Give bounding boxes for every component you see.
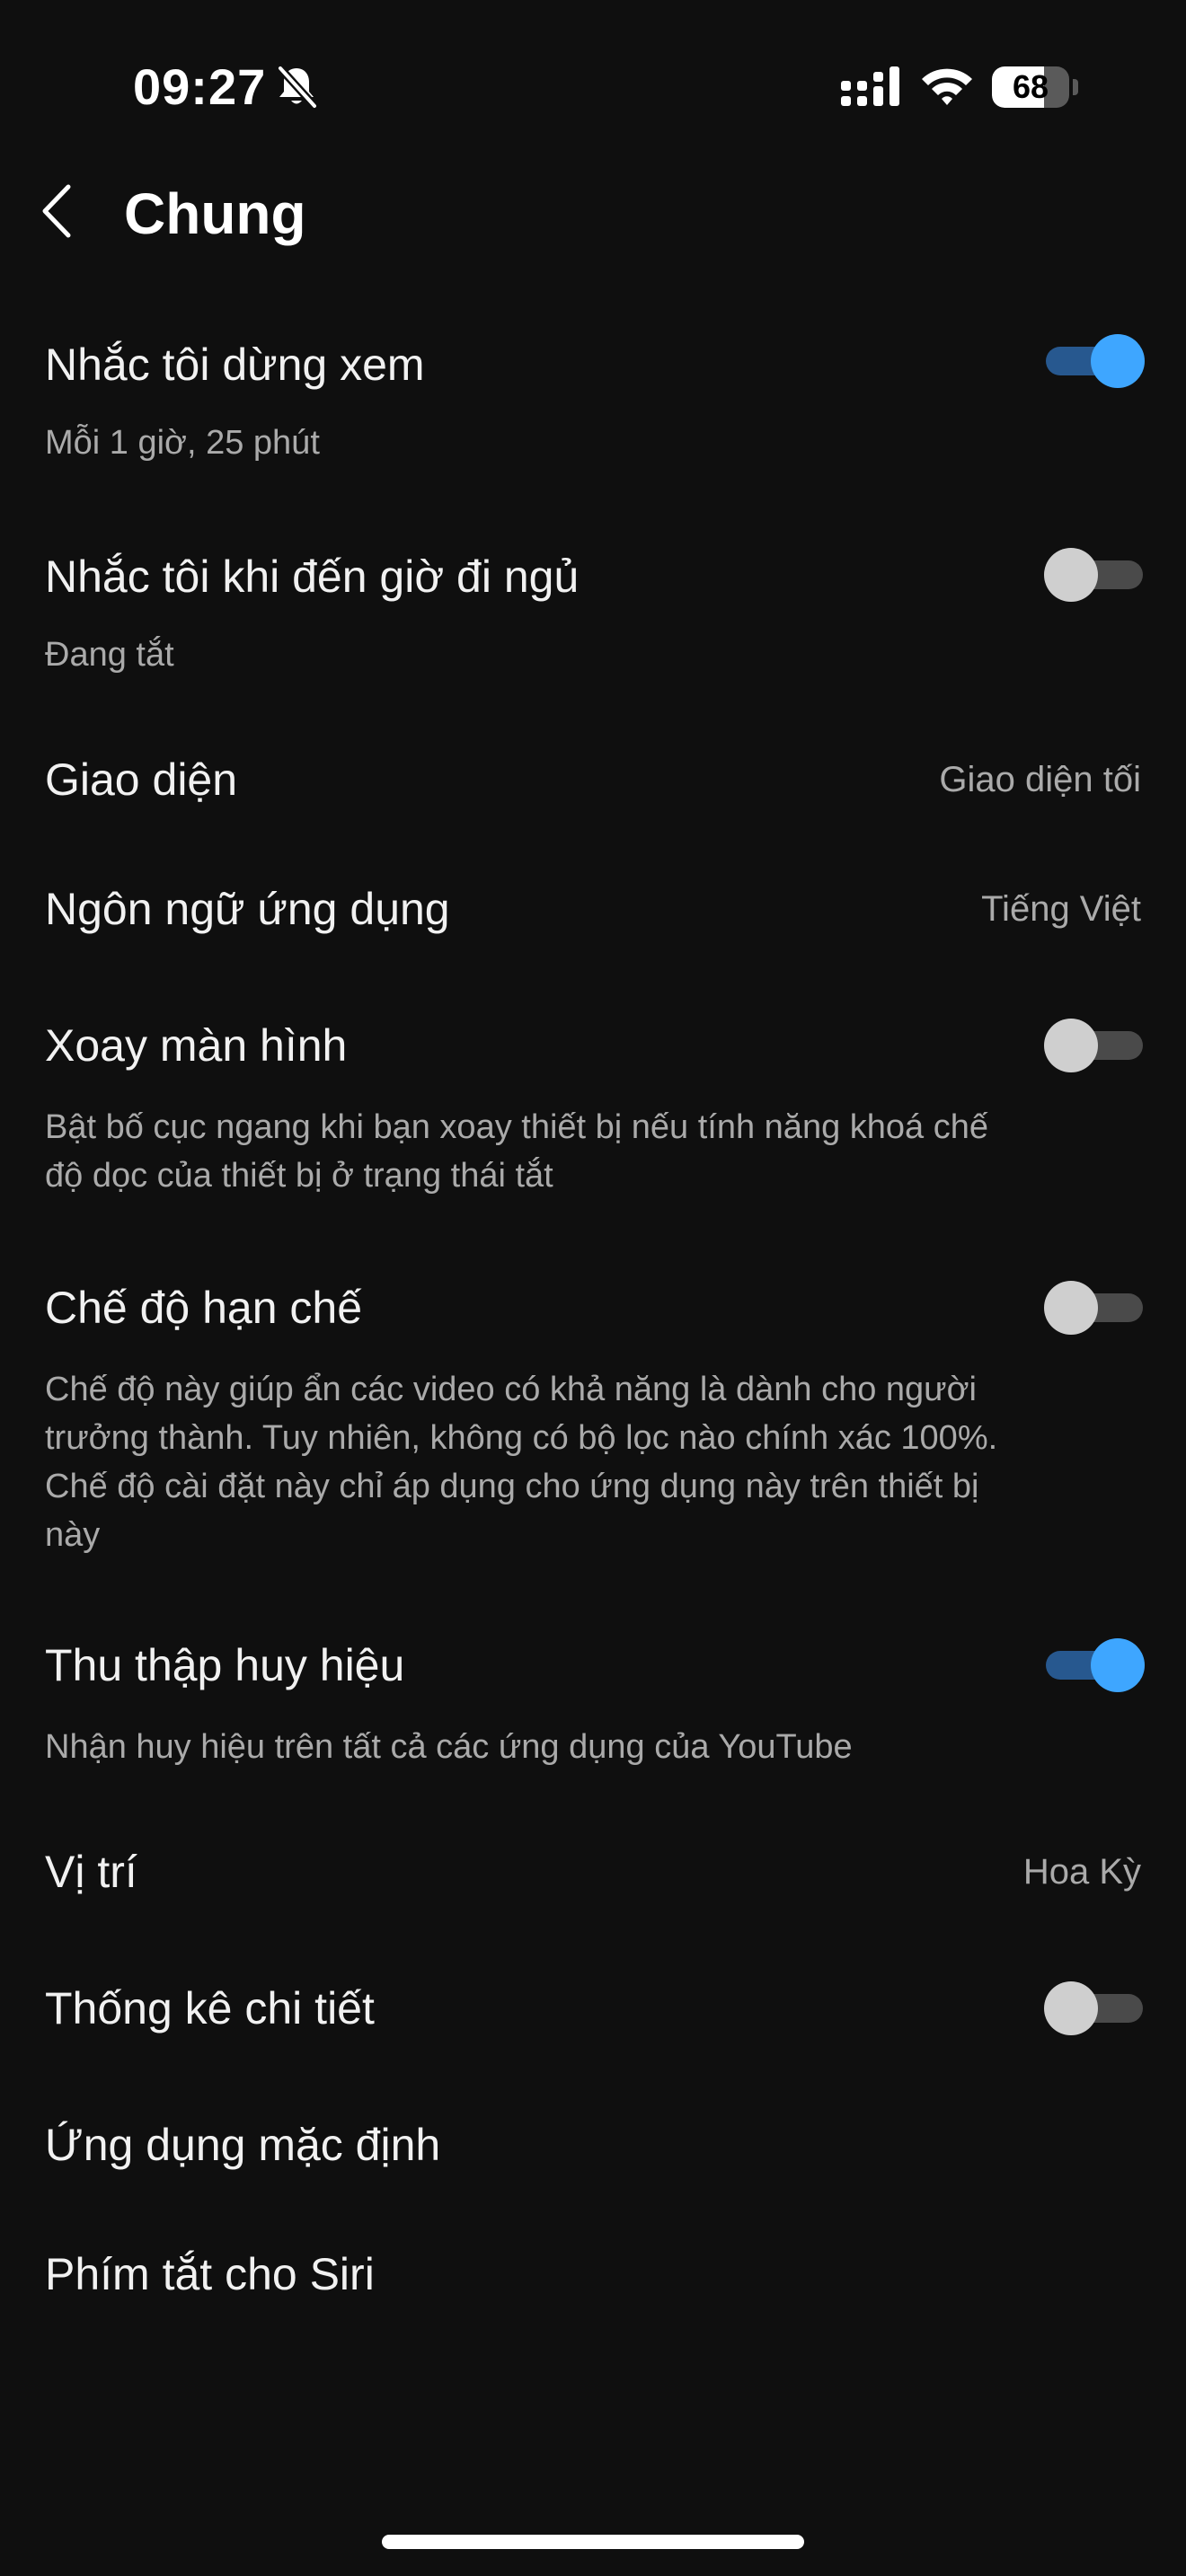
toggle-rotate-screen[interactable]	[1044, 1019, 1143, 1072]
setting-stats-for-nerds[interactable]: Thống kê chi tiết	[0, 1980, 1186, 2073]
setting-location[interactable]: Vị trí Hoa Kỳ	[0, 1843, 1186, 1936]
home-indicator[interactable]	[382, 2535, 804, 2549]
toggle-thumb	[1044, 1981, 1098, 2035]
page-title: Chung	[124, 181, 306, 246]
toggle-thumb	[1091, 334, 1145, 388]
setting-value: Tiếng Việt	[981, 889, 1141, 929]
setting-title: Vị trí	[45, 1847, 137, 1897]
setting-title: Giao diện	[45, 754, 238, 805]
setting-subtitle: Đang tắt	[45, 636, 174, 674]
status-time: 09:27	[133, 58, 267, 115]
setting-siri-shortcuts[interactable]: Phím tắt cho Siri	[0, 2245, 1186, 2339]
setting-default-apps[interactable]: Ứng dụng mặc định	[0, 2116, 1186, 2210]
bell-slash-icon	[277, 65, 318, 110]
setting-subtitle: Chế độ này giúp ẩn các video có khả năng…	[45, 1371, 998, 1554]
toggle-collect-badges[interactable]	[1046, 1638, 1145, 1692]
setting-value: Hoa Kỳ	[1022, 1852, 1141, 1892]
setting-app-language[interactable]: Ngôn ngữ ứng dụng Tiếng Việt	[0, 880, 1186, 974]
battery-cap	[1073, 79, 1078, 95]
setting-rotate-screen[interactable]: Xoay màn hình Bật bố cục ngang khi bạn x…	[0, 1017, 1186, 1211]
toggle-thumb	[1044, 1019, 1098, 1072]
cellular-signal-icon	[841, 66, 899, 106]
setting-subtitle: Bật bố cục ngang khi bạn xoay thiết bị n…	[45, 1108, 988, 1195]
setting-title: Xoay màn hình	[45, 1020, 348, 1071]
status-bar: 09:27 68	[0, 0, 1186, 171]
setting-title: Chế độ hạn chế	[45, 1283, 363, 1333]
toggle-remind-bedtime[interactable]	[1044, 548, 1143, 602]
setting-title: Nhắc tôi dừng xem	[45, 340, 425, 390]
setting-title: Ngôn ngữ ứng dụng	[45, 884, 450, 934]
chevron-left-icon	[42, 184, 71, 238]
toggle-restricted-mode[interactable]	[1044, 1281, 1143, 1335]
setting-title: Thống kê chi tiết	[45, 1983, 375, 2033]
setting-collect-badges[interactable]: Thu thập huy hiệu Nhận huy hiệu trên tất…	[0, 1636, 1186, 1780]
setting-value: Giao diện tối	[939, 760, 1141, 799]
toggle-remind-break[interactable]	[1046, 334, 1145, 388]
setting-remind-break[interactable]: Nhắc tôi dừng xem Mỗi 1 giờ, 25 phút	[0, 325, 1186, 478]
battery-percent: 68	[1012, 68, 1049, 105]
setting-appearance[interactable]: Giao diện Giao diện tối	[0, 751, 1186, 844]
setting-title: Thu thập huy hiệu	[45, 1640, 405, 1690]
setting-title: Phím tắt cho Siri	[45, 2249, 375, 2299]
toggle-thumb	[1044, 1281, 1098, 1335]
setting-title: Nhắc tôi khi đến giờ đi ngủ	[45, 551, 580, 602]
toggle-thumb	[1044, 548, 1098, 602]
toggle-stats-for-nerds[interactable]	[1044, 1981, 1143, 2035]
setting-subtitle: Nhận huy hiệu trên tất cả các ứng dụng c…	[45, 1728, 853, 1766]
toggle-thumb	[1091, 1638, 1145, 1692]
setting-restricted-mode[interactable]: Chế độ hạn chế Chế độ này giúp ẩn các vi…	[0, 1279, 1186, 1575]
setting-remind-bedtime[interactable]: Nhắc tôi khi đến giờ đi ngủ Đang tắt	[0, 537, 1186, 690]
setting-title: Ứng dụng mặc định	[45, 2120, 441, 2170]
wifi-icon	[922, 68, 972, 105]
setting-subtitle: Mỗi 1 giờ, 25 phút	[45, 424, 320, 462]
battery-indicator: 68	[992, 66, 1069, 108]
back-button[interactable]	[25, 171, 97, 251]
